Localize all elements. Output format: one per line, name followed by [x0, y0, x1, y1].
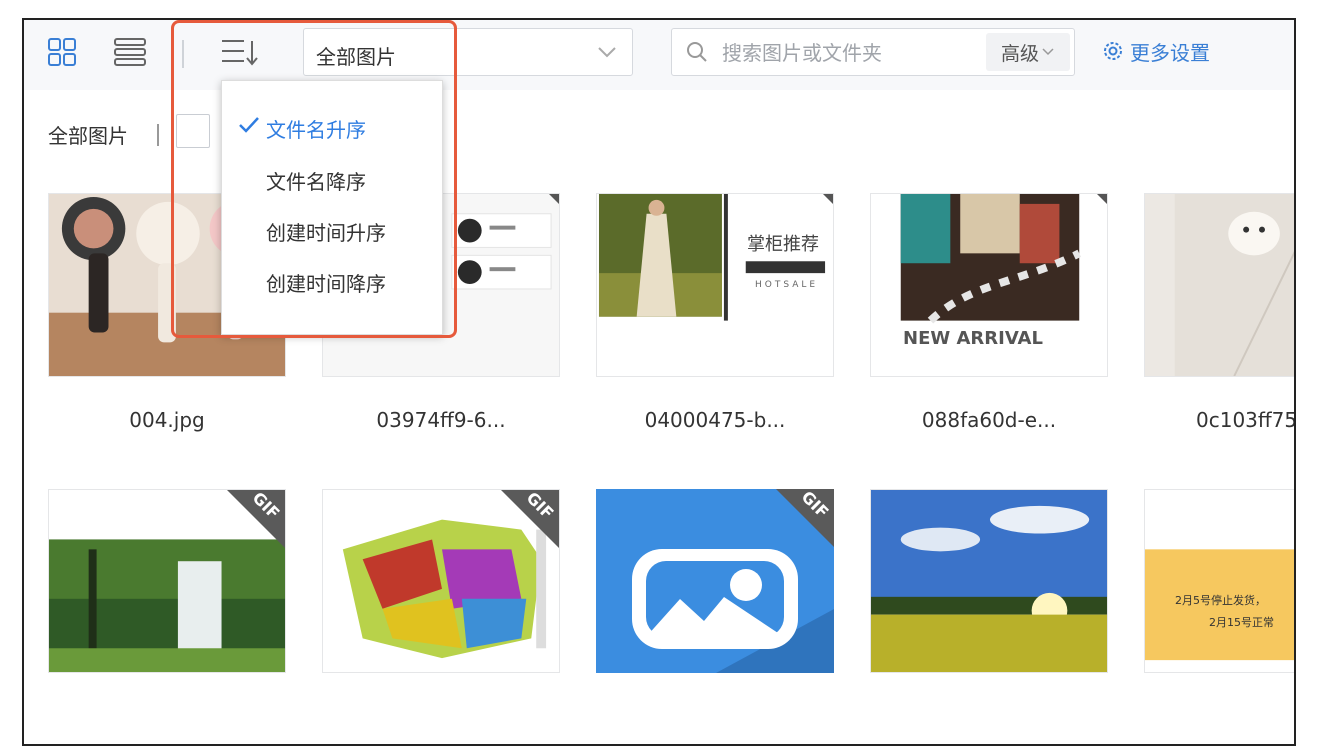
grid-view-icon[interactable]: [46, 36, 78, 68]
gear-icon: [1104, 42, 1122, 60]
sort-icon[interactable]: [220, 36, 260, 68]
sort-option-filename-asc[interactable]: 文件名升序: [222, 101, 442, 151]
sort-option-label: 文件名降序: [266, 170, 366, 194]
image-card[interactable]: GIF: [322, 489, 560, 673]
sort-dropdown-menu: 文件名升序 文件名降序 创建时间升序 创建时间降序: [221, 80, 443, 335]
corner-marker: [549, 194, 559, 204]
image-manager-window: 全部图片 高级 更多设置 全部图片: [22, 18, 1296, 746]
thumbnail-caption: 掌柜推荐: [747, 234, 819, 255]
thumbnail-caption: NEW ARRIVAL: [903, 328, 1043, 349]
sort-option-filename-desc[interactable]: 文件名降序: [222, 153, 442, 203]
sort-option-label: 创建时间降序: [266, 272, 386, 296]
advanced-search-button[interactable]: 高级: [986, 33, 1070, 71]
file-name: 004.jpg: [129, 408, 205, 432]
toolbar: 全部图片 高级 更多设置: [24, 20, 1296, 90]
breadcrumb[interactable]: 全部图片: [48, 120, 128, 149]
chevron-down-icon: [1042, 48, 1054, 56]
toolbar-divider: [182, 40, 184, 68]
search-box: 高级: [671, 28, 1075, 76]
search-icon: [686, 41, 708, 67]
search-input[interactable]: [720, 37, 974, 69]
breadcrumb-divider: [157, 124, 159, 146]
image-card[interactable]: [870, 489, 1108, 673]
more-settings-link[interactable]: 更多设置: [1102, 34, 1210, 68]
more-settings-label: 更多设置: [1130, 40, 1210, 65]
flower-field-photo-thumbnail: [871, 490, 1107, 672]
image-card[interactable]: [1144, 193, 1296, 377]
sort-option-created-desc[interactable]: 创建时间降序: [222, 255, 442, 305]
image-card[interactable]: 2月5号停止发货， 2月15号正常: [1144, 489, 1296, 673]
image-card[interactable]: GIF: [596, 489, 834, 673]
chevron-down-icon: [596, 43, 618, 65]
category-select-value: 全部图片: [316, 45, 396, 69]
frame-edge: [1294, 18, 1296, 744]
file-name: 03974ff9-6...: [376, 408, 506, 432]
puppy-photo-thumbnail: [1145, 194, 1296, 376]
advanced-search-label: 高级: [1000, 42, 1039, 65]
sort-option-label: 文件名升序: [266, 118, 366, 142]
checkmark-icon: [238, 115, 260, 140]
file-name: 04000475-b...: [644, 408, 786, 432]
notice-banner-thumbnail: [1145, 490, 1296, 672]
thumbnail-subcaption: HOTSALE: [755, 280, 819, 290]
category-select[interactable]: 全部图片: [303, 28, 633, 76]
image-card[interactable]: NEW ARRIVAL: [870, 193, 1108, 377]
list-view-icon[interactable]: [112, 36, 148, 68]
notice-text: 2月5号停止发货，: [1175, 594, 1266, 607]
sort-option-label: 创建时间升序: [266, 221, 386, 245]
image-card[interactable]: 掌柜推荐 HOTSALE: [596, 193, 834, 377]
image-card[interactable]: GIF: [48, 489, 286, 673]
sort-option-created-asc[interactable]: 创建时间升序: [222, 204, 442, 254]
file-name: 088fa60d-e...: [921, 408, 1057, 432]
notice-text: 2月15号正常: [1209, 616, 1274, 629]
corner-marker: [1097, 194, 1107, 204]
corner-marker: [823, 194, 833, 204]
file-name: 0c103ff75: [1196, 408, 1296, 432]
select-all-checkbox[interactable]: [176, 114, 210, 148]
